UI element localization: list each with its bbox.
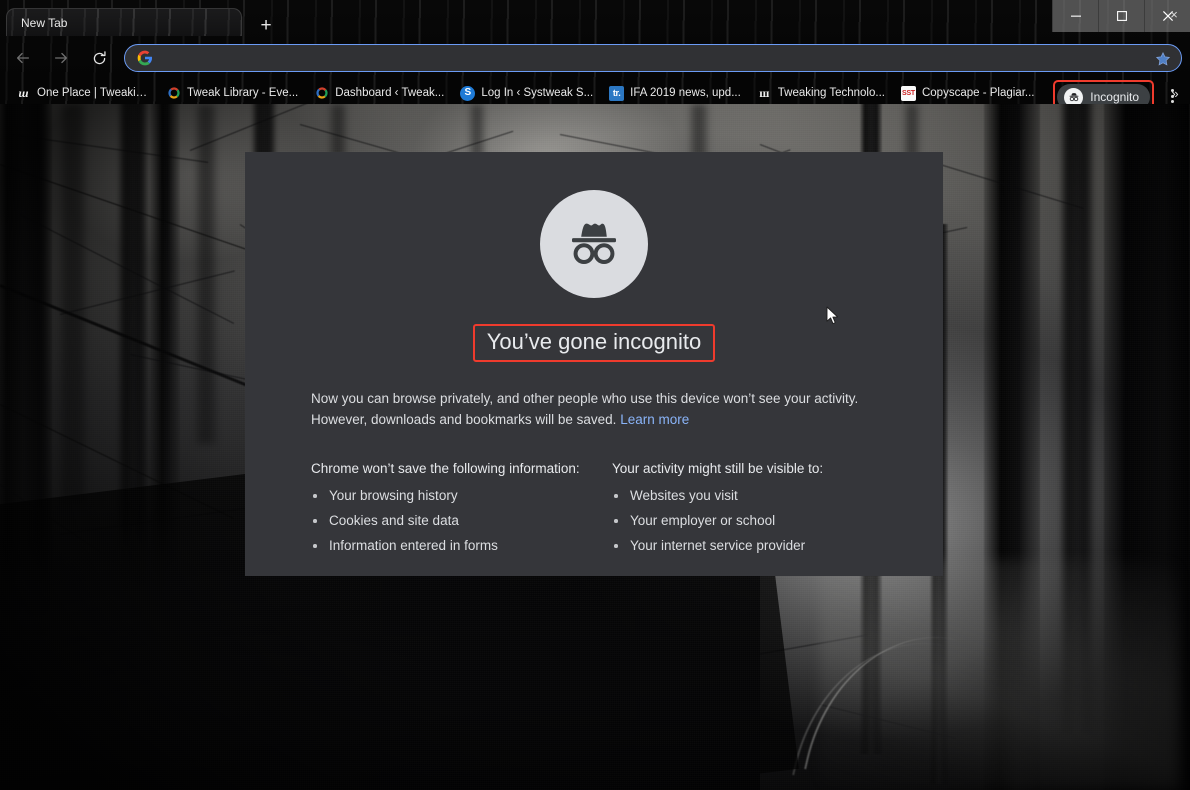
- incognito-card: You’ve gone incognito Now you can browse…: [245, 152, 943, 576]
- bookmark-item[interactable]: Dashboard ‹ Tweak...: [306, 83, 452, 103]
- learn-more-link[interactable]: Learn more: [620, 412, 689, 427]
- info-columns: Chrome won’t save the following informat…: [311, 461, 877, 564]
- list-item: Your internet service provider: [612, 538, 877, 554]
- bookmark-label: Tweak Library - Eve...: [187, 87, 298, 99]
- browser-toolbar: Incognito: [0, 36, 1190, 80]
- bookmark-star-button[interactable]: [1153, 49, 1173, 69]
- maximize-button[interactable]: [1098, 0, 1144, 32]
- page-title: You’ve gone incognito: [487, 330, 701, 354]
- bookmarks-overflow-button[interactable]: »: [1166, 84, 1184, 102]
- incognito-hat-glasses-icon: [561, 211, 627, 277]
- bookmark-item[interactable]: S Log In ‹ Systweak S...: [452, 83, 601, 103]
- bookmark-item[interactable]: tr. IFA 2019 news, upd...: [601, 83, 749, 103]
- bookmark-item[interactable]: SST Copyscape - Plagiar...: [893, 83, 1043, 103]
- bookmark-label: Copyscape - Plagiar...: [922, 87, 1035, 99]
- back-arrow-icon: [14, 49, 32, 67]
- address-bar[interactable]: [124, 44, 1182, 72]
- techradar-icon: tr.: [609, 86, 624, 101]
- tab-title: New Tab: [21, 16, 67, 30]
- column-heading: Chrome won’t save the following informat…: [311, 461, 594, 476]
- new-tab-button[interactable]: +: [254, 13, 278, 37]
- maximize-icon: [1116, 10, 1128, 22]
- column-not-saved: Chrome won’t save the following informat…: [311, 461, 594, 564]
- list-item: Your browsing history: [311, 488, 594, 504]
- browser-window: New Tab × +: [0, 0, 1190, 790]
- tweak-library-icon: [166, 86, 181, 101]
- intro-paragraph: Now you can browse privately, and other …: [311, 389, 877, 431]
- bookmark-label: IFA 2019 news, upd...: [630, 87, 741, 99]
- background-ground-fill: [0, 550, 760, 790]
- browser-tab[interactable]: New Tab: [6, 8, 242, 36]
- bookmark-item[interactable]: Tweak Library - Eve...: [158, 83, 306, 103]
- browser-chrome: New Tab × +: [0, 0, 1190, 104]
- intro-line-2: However, downloads and bookmarks will be…: [311, 412, 616, 427]
- copyscape-icon: SST: [901, 86, 916, 101]
- reload-button[interactable]: [82, 41, 116, 75]
- forward-button[interactable]: [44, 41, 78, 75]
- intro-line-2-row: However, downloads and bookmarks will be…: [311, 410, 877, 431]
- back-button[interactable]: [6, 41, 40, 75]
- incognito-avatar: [540, 190, 648, 298]
- bookmarks-bar: ш One Place | Tweakin... Tweak Library -…: [0, 82, 1190, 104]
- bookmark-item[interactable]: ш One Place | Tweakin...: [8, 83, 158, 103]
- star-icon: [1155, 51, 1171, 67]
- list-item: Your employer or school: [612, 513, 877, 529]
- google-g-icon: [137, 50, 153, 66]
- intro-line-1: Now you can browse privately, and other …: [311, 389, 877, 410]
- w-logo-icon: ш: [16, 86, 31, 101]
- wordpress-icon: [314, 86, 329, 101]
- minimize-icon: [1070, 10, 1082, 22]
- list-item: Information entered in forms: [311, 538, 594, 554]
- forward-arrow-icon: [52, 49, 70, 67]
- visible-to-list: Websites you visit Your employer or scho…: [612, 488, 877, 555]
- tab-close-icon[interactable]: ×: [1166, 6, 1182, 22]
- column-visible-to: Your activity might still be visible to:…: [594, 461, 877, 564]
- title-bar: New Tab × +: [0, 0, 1190, 32]
- bookmark-item[interactable]: ш Tweaking Technolo...: [749, 83, 893, 103]
- bookmark-label: Dashboard ‹ Tweak...: [335, 87, 444, 99]
- list-item: Websites you visit: [612, 488, 877, 504]
- bookmark-label: Tweaking Technolo...: [778, 87, 885, 99]
- tweaking-tech-icon: ш: [757, 86, 772, 101]
- column-heading: Your activity might still be visible to:: [612, 461, 877, 476]
- headline-highlight: You’ve gone incognito: [473, 324, 715, 362]
- minimize-button[interactable]: [1052, 0, 1098, 32]
- bookmark-label: One Place | Tweakin...: [37, 87, 150, 99]
- list-item: Cookies and site data: [311, 513, 594, 529]
- bookmark-label: Log In ‹ Systweak S...: [481, 87, 593, 99]
- not-saved-list: Your browsing history Cookies and site d…: [311, 488, 594, 555]
- reload-icon: [91, 50, 108, 67]
- systweak-icon: S: [460, 86, 475, 101]
